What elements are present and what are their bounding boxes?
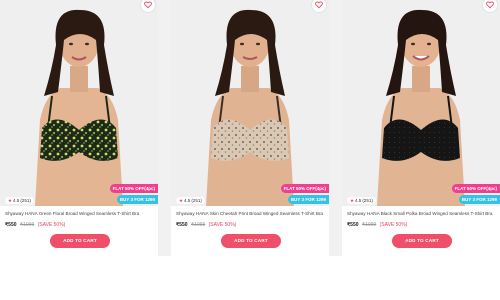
- star-icon: ★: [179, 198, 184, 203]
- offer-tag-buy: BUY 3 FOR 1299: [287, 195, 329, 204]
- add-to-cart-button[interactable]: ADD TO CART: [221, 234, 281, 248]
- product-title[interactable]: Shyaway HANA Black Small Polka Broad Win…: [347, 211, 497, 216]
- offer-tag-flat: FLAT 50% OFF(4pc): [451, 184, 500, 193]
- product-image[interactable]: ★ 4.5 (251) FLAT 50% OFF(4pc) BUY 3 FOR …: [342, 0, 500, 206]
- price-mrp: ₹1099: [361, 222, 377, 228]
- rating-value: 4.5: [355, 198, 362, 203]
- offer-tag-buy: BUY 3 FOR 1299: [458, 195, 500, 204]
- offer-tag-flat: FLAT 50% OFF(4pc): [109, 184, 158, 193]
- product-card[interactable]: ★ 4.5 (251) FLAT 50% OFF(4pc) BUY 3 FOR …: [171, 0, 329, 256]
- rating-value: 4.5: [13, 198, 20, 203]
- star-icon: ★: [8, 198, 13, 203]
- rating-value: 4.5: [184, 198, 191, 203]
- rating-count: (251): [20, 198, 31, 203]
- price-row: ₹550 ₹1099 (SAVE 50%): [5, 222, 65, 228]
- price-current: ₹550: [347, 222, 359, 228]
- price-current: ₹550: [5, 222, 17, 228]
- product-grid: ★ 4.5 (251) FLAT 50% OFF(4pc) BUY 3 FOR …: [0, 0, 500, 300]
- rating-badge: ★ 4.5 (251): [176, 197, 205, 204]
- rating-count: (251): [191, 198, 202, 203]
- price-mrp: ₹1099: [190, 222, 206, 228]
- price-current: ₹550: [176, 222, 188, 228]
- product-image[interactable]: ★ 4.5 (251) FLAT 50% OFF(4pc) BUY 3 FOR …: [171, 0, 329, 206]
- offer-tag-flat: FLAT 50% OFF(4pc): [280, 184, 329, 193]
- product-title[interactable]: Shyaway HANA Green Floral Broad Winged S…: [5, 211, 155, 216]
- page-footer-area: [0, 256, 500, 300]
- add-to-cart-button[interactable]: ADD TO CART: [392, 234, 452, 248]
- price-save: (SAVE 50%): [208, 222, 237, 228]
- price-row: ₹550 ₹1099 (SAVE 50%): [347, 222, 407, 228]
- offer-tag-buy: BUY 3 FOR 1299: [116, 195, 158, 204]
- price-save: (SAVE 50%): [37, 222, 66, 228]
- product-image[interactable]: ★ 4.5 (251) FLAT 50% OFF(4pc) BUY 3 FOR …: [0, 0, 158, 206]
- rating-badge: ★ 4.5 (251): [5, 197, 34, 204]
- add-to-cart-button[interactable]: ADD TO CART: [50, 234, 110, 248]
- price-mrp: ₹1099: [19, 222, 35, 228]
- rating-badge: ★ 4.5 (251): [347, 197, 376, 204]
- price-row: ₹550 ₹1099 (SAVE 50%): [176, 222, 236, 228]
- rating-count: (251): [362, 198, 373, 203]
- star-icon: ★: [350, 198, 355, 203]
- price-save: (SAVE 50%): [379, 222, 408, 228]
- product-title[interactable]: Shyaway HANA Skin Cheetah Print Broad Wi…: [176, 211, 326, 216]
- product-card[interactable]: ★ 4.5 (251) FLAT 50% OFF(4pc) BUY 3 FOR …: [342, 0, 500, 256]
- product-card[interactable]: ★ 4.5 (251) FLAT 50% OFF(4pc) BUY 3 FOR …: [0, 0, 158, 256]
